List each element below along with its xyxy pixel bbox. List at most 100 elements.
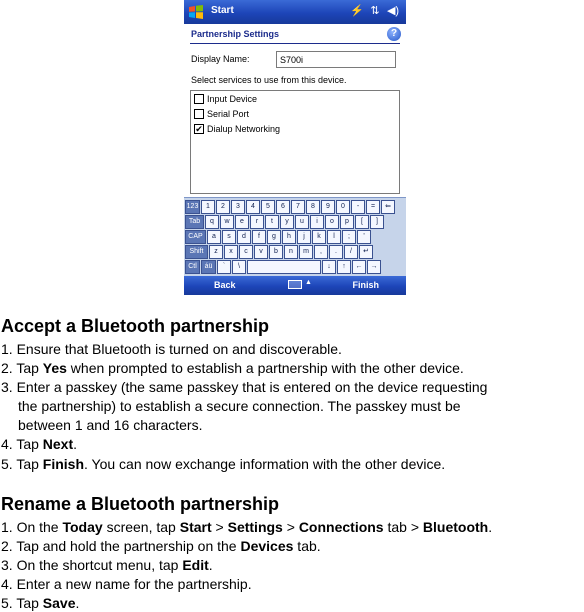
help-icon[interactable]: ? <box>387 27 401 41</box>
finish-softkey[interactable]: Finish <box>353 280 380 290</box>
keyboard-key[interactable]: p <box>340 215 354 229</box>
display-name-label: Display Name: <box>191 54 250 64</box>
keyboard-key[interactable]: ↵ <box>359 245 373 259</box>
keyboard-key[interactable]: k <box>312 230 326 244</box>
keyboard-key[interactable]: ' <box>357 230 371 244</box>
keyboard-key[interactable]: CAP <box>185 230 206 244</box>
device-screenshot: Start ⚡ ⇅ ◀) Partnership Settings ? Disp… <box>184 0 406 295</box>
service-label: Dialup Networking <box>207 123 281 134</box>
keyboard-key[interactable]: ⇐ <box>381 200 395 214</box>
keyboard-key[interactable]: 1 <box>201 200 215 214</box>
checkbox-input-device[interactable] <box>194 93 204 104</box>
keyboard-key[interactable]: 8 <box>306 200 320 214</box>
keyboard-key[interactable]: 4 <box>246 200 260 214</box>
title-bar: Start ⚡ ⇅ ◀) <box>184 0 406 24</box>
checkbox-dialup-networking[interactable]: ✔ <box>194 123 204 134</box>
keyboard-key[interactable]: = <box>366 200 380 214</box>
rename-step-1: 1. On the Today screen, tap Start > Sett… <box>1 519 493 535</box>
keyboard-key[interactable]: b <box>269 245 283 259</box>
keyboard-key[interactable]: t <box>265 215 279 229</box>
section-heading-accept: Accept a Bluetooth partnership <box>1 316 270 336</box>
keyboard-row-2: Tab q w e r t y u i o p[] <box>185 215 384 229</box>
keyboard-key[interactable]: , <box>314 245 328 259</box>
keyboard-key[interactable]: o <box>325 215 339 229</box>
keyboard-key[interactable]: s <box>222 230 236 244</box>
keyboard-key[interactable]: 5 <box>261 200 275 214</box>
keyboard-key[interactable]: ↓ <box>322 260 336 274</box>
service-item-input-device[interactable]: Input Device <box>191 91 399 106</box>
keyboard-key[interactable]: \ <box>232 260 246 274</box>
keyboard-key[interactable] <box>247 260 321 274</box>
keyboard-key[interactable]: ← <box>352 260 366 274</box>
keyboard-key[interactable]: r <box>250 215 264 229</box>
keyboard-icon[interactable] <box>288 280 302 289</box>
keyboard-key[interactable]: . <box>329 245 343 259</box>
keyboard-key[interactable]: Tab <box>185 215 204 229</box>
keyboard-key[interactable]: c <box>239 245 253 259</box>
keyboard-key[interactable]: 3 <box>231 200 245 214</box>
service-item-serial-port[interactable]: Serial Port <box>191 106 399 121</box>
keyboard-key[interactable]: → <box>367 260 381 274</box>
keyboard-key[interactable]: u <box>295 215 309 229</box>
service-item-dialup-networking[interactable]: ✔ Dialup Networking <box>191 121 399 136</box>
checkbox-serial-port[interactable] <box>194 108 204 119</box>
keyboard-key[interactable]: l <box>327 230 341 244</box>
start-menu-label[interactable]: Start <box>211 5 234 16</box>
soft-key-bar: Back ▲ Finish <box>184 276 406 295</box>
accept-step-2: 2. Tap Yes when prompted to establish a … <box>1 360 464 376</box>
rename-step-2: 2. Tap and hold the partnership on the D… <box>1 538 321 554</box>
accept-step-1: 1. Ensure that Bluetooth is turned on an… <box>1 341 342 357</box>
back-softkey[interactable]: Back <box>214 280 236 290</box>
keyboard-key[interactable]: z <box>209 245 223 259</box>
rename-step-3: 3. On the shortcut menu, tap Edit. <box>1 557 213 573</box>
accept-step-4: 4. Tap Next. <box>1 436 78 452</box>
keyboard-row-4: Shift z x c v b n m,. / ↵ <box>185 245 373 259</box>
keyboard-key[interactable]: ↑ <box>337 260 351 274</box>
keyboard-key[interactable]: d <box>237 230 251 244</box>
keyboard-key[interactable]: 7 <box>291 200 305 214</box>
keyboard-key[interactable]: áü <box>201 260 216 274</box>
accept-step-5: 5. Tap Finish. You can now exchange info… <box>1 456 446 472</box>
keyboard-key[interactable]: 9 <box>321 200 335 214</box>
services-prompt: Select services to use from this device. <box>191 75 347 85</box>
system-tray: ⚡ ⇅ ◀) <box>350 4 400 19</box>
page-title: Partnership Settings <box>191 29 280 39</box>
keyboard-key[interactable]: q <box>205 215 219 229</box>
service-label: Serial Port <box>207 108 250 119</box>
bluetooth-connectivity-icon[interactable]: ⚡ <box>350 4 364 19</box>
windows-flag-icon[interactable] <box>188 4 204 20</box>
keyboard-key[interactable]: 0 <box>336 200 350 214</box>
keyboard-key[interactable]: w <box>220 215 234 229</box>
volume-icon[interactable]: ◀) <box>386 4 400 19</box>
keyboard-row-1: 123 1 2 3 4 5 6 7 8 9 0- = ⇐ <box>185 200 395 214</box>
keyboard-key[interactable]: n <box>284 245 298 259</box>
keyboard-key[interactable]: / <box>344 245 358 259</box>
keyboard-key[interactable]: y <box>280 215 294 229</box>
signal-icon[interactable]: ⇅ <box>368 4 382 19</box>
accept-step-3-line-3: between 1 and 16 characters. <box>18 417 203 433</box>
keyboard-key[interactable]: 123 <box>185 200 200 214</box>
keyboard-key[interactable]: x <box>224 245 238 259</box>
keyboard-key[interactable]: j <box>297 230 311 244</box>
keyboard-key[interactable]: [ <box>355 215 369 229</box>
keyboard-key[interactable]: e <box>235 215 249 229</box>
keyboard-key[interactable]: f <box>252 230 266 244</box>
keyboard-key[interactable]: - <box>351 200 365 214</box>
keyboard-key[interactable]: v <box>254 245 268 259</box>
keyboard-key[interactable]: i <box>310 215 324 229</box>
keyboard-key[interactable]: 6 <box>276 200 290 214</box>
input-menu-arrow-icon[interactable]: ▲ <box>305 279 312 286</box>
keyboard-key[interactable]: ] <box>370 215 384 229</box>
keyboard-key[interactable]: ; <box>342 230 356 244</box>
keyboard-key[interactable]: ` <box>217 260 231 274</box>
keyboard-key[interactable]: Ctl <box>185 260 200 274</box>
keyboard-key[interactable]: a <box>207 230 221 244</box>
display-name-input[interactable] <box>276 51 396 68</box>
keyboard-key[interactable]: Shift <box>185 245 208 259</box>
keyboard-row-5: Ctl áü ` \ ↓ ↑ ← → <box>185 260 381 274</box>
keyboard-key[interactable]: 2 <box>216 200 230 214</box>
keyboard-key[interactable]: h <box>282 230 296 244</box>
keyboard-key[interactable]: g <box>267 230 281 244</box>
soft-keyboard: 123 1 2 3 4 5 6 7 8 9 0- = ⇐ Tab q w e r t y u i o p[] CAP a s d f… <box>184 197 406 276</box>
keyboard-key[interactable]: m <box>299 245 313 259</box>
